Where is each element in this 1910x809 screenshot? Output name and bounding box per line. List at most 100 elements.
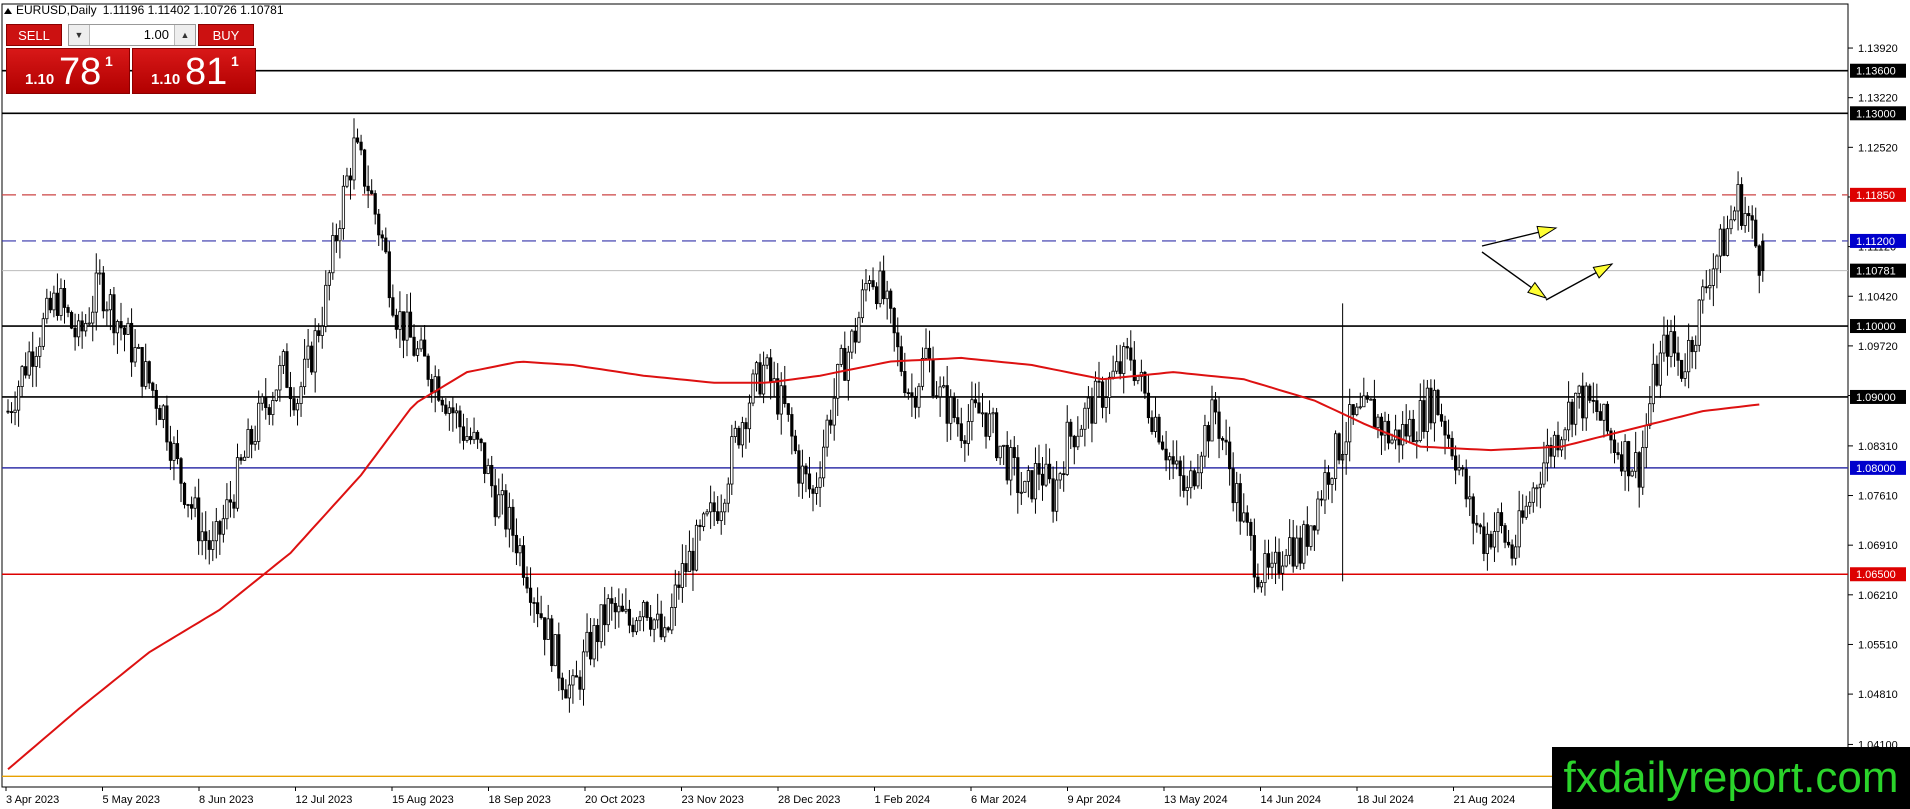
candle-body bbox=[786, 403, 790, 415]
candle-body bbox=[931, 359, 935, 397]
candle-body bbox=[1542, 462, 1546, 485]
candle-body bbox=[165, 405, 169, 443]
candle-body bbox=[497, 494, 501, 518]
sell-price-pips: 78 bbox=[59, 51, 102, 93]
candle-body bbox=[306, 345, 310, 360]
candle-body bbox=[1030, 470, 1034, 500]
candle-body bbox=[1588, 385, 1592, 401]
candle-body bbox=[405, 311, 409, 341]
candle-body bbox=[769, 357, 773, 383]
candle-body bbox=[334, 235, 338, 242]
candle-body bbox=[1567, 401, 1571, 431]
candle-body bbox=[472, 431, 476, 441]
lot-size-input[interactable]: 1.00 bbox=[91, 25, 173, 45]
candle-body bbox=[1270, 562, 1274, 568]
candle-body bbox=[1051, 478, 1055, 512]
candle-body bbox=[1302, 524, 1306, 564]
candle-body bbox=[1019, 491, 1023, 494]
candle-body bbox=[1605, 403, 1610, 432]
x-tick-label: 12 Jul 2023 bbox=[296, 794, 353, 806]
candle-body bbox=[1023, 480, 1027, 493]
candle-body bbox=[1634, 452, 1638, 472]
candle-body bbox=[302, 358, 307, 388]
candle-body bbox=[942, 385, 946, 388]
candle-body bbox=[574, 675, 579, 678]
x-tick-label: 14 Jun 2024 bbox=[1261, 794, 1322, 806]
candle-body bbox=[1100, 381, 1105, 408]
candle-body bbox=[352, 137, 356, 181]
candle-body bbox=[200, 531, 204, 542]
candle-body bbox=[122, 327, 127, 335]
candle-body bbox=[77, 320, 81, 338]
candle-body bbox=[1002, 444, 1006, 447]
candle-body bbox=[938, 386, 942, 398]
candle-body bbox=[511, 506, 515, 536]
candle-body bbox=[1499, 512, 1504, 527]
candle-body bbox=[1175, 460, 1179, 465]
candle-body bbox=[380, 234, 384, 239]
candle-body bbox=[536, 602, 540, 615]
one-click-trading-panel: SELL ▼ 1.00 ▲ BUY 1.10 78 1 1.10 81 1 bbox=[6, 24, 258, 96]
x-tick-label: 13 May 2024 bbox=[1164, 794, 1228, 806]
x-tick-label: 3 Apr 2023 bbox=[6, 794, 59, 806]
candle-body bbox=[101, 272, 105, 312]
collapse-triangle-icon[interactable] bbox=[4, 7, 12, 14]
y-tick-label: 1.04810 bbox=[1858, 689, 1898, 701]
price-chart[interactable]: 1.139201.132201.125201.118201.111201.104… bbox=[0, 0, 1910, 809]
candle-body bbox=[1415, 440, 1419, 443]
candle-body bbox=[394, 314, 398, 330]
buy-price-pips: 81 bbox=[185, 51, 228, 93]
candle-body bbox=[1351, 404, 1355, 416]
candle-body bbox=[1220, 438, 1225, 441]
candle-body bbox=[1083, 407, 1087, 430]
candle-body bbox=[1655, 363, 1659, 386]
candle-body bbox=[444, 404, 448, 414]
buy-button[interactable]: BUY bbox=[198, 24, 254, 46]
candle-body bbox=[1146, 392, 1151, 419]
candle-body bbox=[479, 438, 483, 444]
candle-body bbox=[278, 365, 282, 391]
y-tick-label: 1.13920 bbox=[1858, 43, 1898, 55]
y-tick-label: 1.12520 bbox=[1858, 142, 1898, 154]
candle-body bbox=[1062, 473, 1066, 476]
sell-button[interactable]: SELL bbox=[6, 24, 62, 46]
candle-body bbox=[313, 330, 317, 373]
chevron-up-icon[interactable]: ▲ bbox=[174, 25, 195, 45]
candle-body bbox=[377, 213, 381, 236]
candle-body bbox=[1242, 512, 1246, 522]
candle-body bbox=[292, 398, 296, 411]
candle-body bbox=[1277, 551, 1281, 574]
sell-price-button[interactable]: 1.10 78 1 bbox=[6, 48, 130, 94]
candle-body bbox=[624, 608, 628, 612]
candle-body bbox=[112, 294, 116, 334]
candle-body bbox=[119, 321, 123, 329]
candle-body bbox=[1425, 387, 1429, 432]
candle-body bbox=[1319, 498, 1324, 501]
candle-body bbox=[154, 389, 158, 409]
candle-body bbox=[1157, 416, 1161, 443]
candle-body bbox=[1069, 421, 1073, 437]
candle-body bbox=[281, 351, 286, 366]
chart-area[interactable]: 1.139201.132201.125201.118201.111201.104… bbox=[0, 0, 1910, 809]
buy-price-button[interactable]: 1.10 81 1 bbox=[132, 48, 256, 94]
candle-body bbox=[1485, 533, 1489, 554]
candle-body bbox=[1591, 399, 1595, 402]
candle-body bbox=[105, 309, 109, 312]
candle-body bbox=[698, 524, 702, 528]
candle-body bbox=[1358, 406, 1362, 409]
candle-body bbox=[218, 521, 222, 535]
candle-body bbox=[860, 289, 865, 319]
candle-body bbox=[1552, 434, 1557, 457]
scenario-arrowhead bbox=[1536, 225, 1558, 239]
candle-body bbox=[825, 419, 829, 448]
lot-size-stepper[interactable]: ▼ 1.00 ▲ bbox=[68, 24, 196, 46]
candle-body bbox=[1129, 347, 1133, 361]
candle-body bbox=[1369, 398, 1373, 401]
candle-body bbox=[1672, 331, 1677, 354]
candle-body bbox=[1439, 414, 1444, 422]
candle-body bbox=[1598, 411, 1602, 421]
chevron-down-icon[interactable]: ▼ bbox=[69, 25, 90, 45]
candle-body bbox=[1595, 400, 1599, 412]
candle-body bbox=[829, 419, 833, 426]
sell-price-prefix: 1.10 bbox=[25, 71, 55, 88]
